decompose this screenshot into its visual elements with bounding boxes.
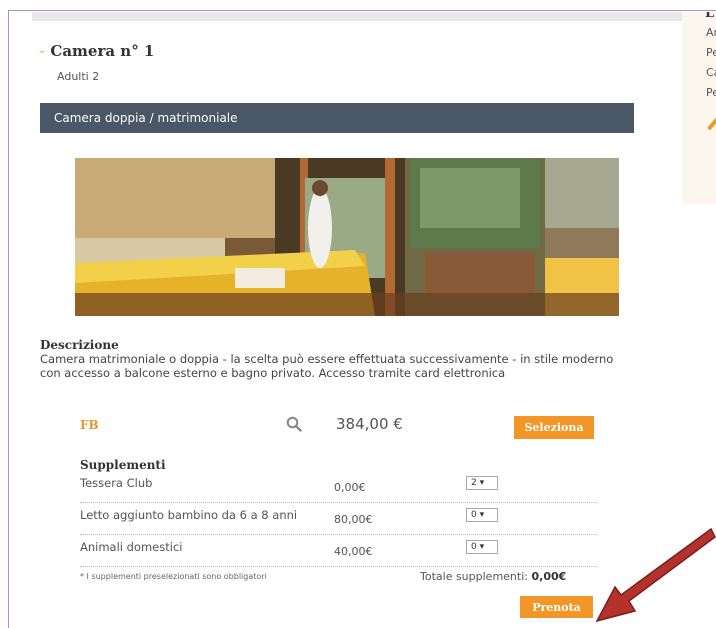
- supplement-price: 40,00€: [334, 545, 373, 558]
- top-bar: [32, 12, 682, 21]
- total-label: Totale supplementi:: [420, 570, 528, 583]
- room-type-bar: Camera doppia / matrimoniale: [40, 103, 634, 133]
- supplement-qty-value: 0: [471, 510, 477, 520]
- search-icon[interactable]: [286, 416, 302, 432]
- chevron-down-icon: ▾: [479, 510, 485, 520]
- room-header[interactable]: ⌄ Camera n° 1: [38, 42, 154, 60]
- summary-panel-heading: L: [705, 12, 715, 21]
- adults-count: Adulti 2: [57, 70, 100, 83]
- summary-line: Pe: [706, 46, 716, 59]
- supplement-qty-select[interactable]: 0 ▾: [466, 508, 498, 522]
- summary-panel: L Ar Pe Ca Pe: [682, 12, 716, 204]
- supplement-price: 80,00€: [334, 513, 373, 526]
- summary-line: Ar: [706, 26, 716, 39]
- chevron-down-icon: ▾: [479, 478, 485, 488]
- supplement-row: Animali domestici 40,00€ 0 ▾: [80, 540, 596, 567]
- room-title: Camera n° 1: [50, 42, 155, 60]
- supplement-row: Letto aggiunto bambino da 6 a 8 anni 80,…: [80, 508, 596, 535]
- chevron-down-icon: ▾: [479, 542, 485, 552]
- room-photo: [75, 158, 619, 316]
- supplement-qty-select[interactable]: 0 ▾: [466, 540, 498, 554]
- pointer-arrow: [595, 527, 716, 623]
- select-button[interactable]: Seleziona: [514, 416, 594, 439]
- supplement-name: Animali domestici: [80, 540, 183, 554]
- summary-line: Ca: [706, 66, 716, 79]
- chevron-down-icon[interactable]: ⌄: [38, 46, 46, 56]
- summary-line: Pe: [706, 86, 716, 99]
- supplements-total: Totale supplementi: 0,00€: [420, 570, 566, 583]
- supplements-title: Supplementi: [80, 458, 166, 472]
- supplement-qty-value: 2: [471, 478, 477, 488]
- supplement-row: Tessera Club 0,00€ 2 ▾: [80, 476, 596, 503]
- description-text: Camera matrimoniale o doppia - la scelta…: [40, 352, 614, 380]
- supplement-price: 0,00€: [334, 481, 366, 494]
- pencil-icon[interactable]: [706, 117, 716, 131]
- supplements-note: * I supplementi preselezionati sono obbl…: [80, 572, 267, 581]
- supplement-name: Tessera Club: [80, 476, 153, 490]
- supplement-name: Letto aggiunto bambino da 6 a 8 anni: [80, 508, 298, 522]
- supplement-qty-select[interactable]: 2 ▾: [466, 476, 498, 490]
- description-title: Descrizione: [40, 338, 119, 352]
- supplement-qty-value: 0: [471, 542, 477, 552]
- rate-code: FB: [80, 418, 99, 432]
- rate-price: 384,00 €: [336, 415, 403, 433]
- total-value: 0,00€: [531, 570, 567, 583]
- book-button[interactable]: Prenota: [520, 596, 593, 618]
